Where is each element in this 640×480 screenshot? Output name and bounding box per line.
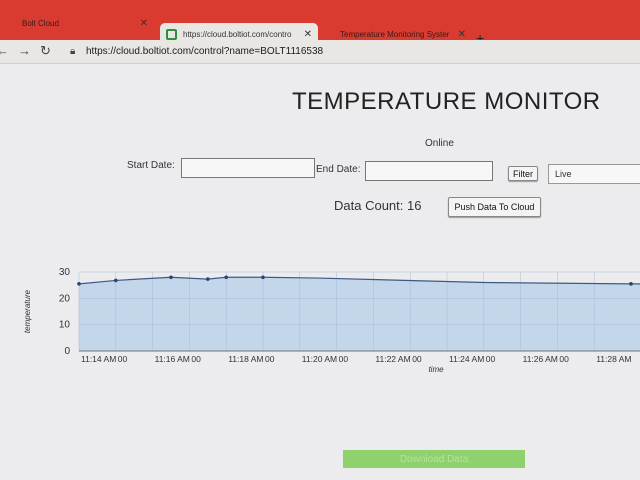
x-tick-label: 11:16 AM <box>155 354 190 364</box>
tab-label: https://cloud.boltiot.com/contro <box>183 30 292 39</box>
data-point <box>261 275 265 280</box>
bolt-favicon-icon <box>166 29 177 40</box>
close-icon[interactable]: ✕ <box>458 29 466 40</box>
data-point <box>77 282 81 286</box>
y-tick-label: 10 <box>59 320 71 331</box>
temperature-area <box>79 277 640 351</box>
data-point <box>169 275 173 280</box>
x-tick-label: 00 <box>265 354 275 364</box>
page-content: TEMPERATURE MONITOR Online Start Date: E… <box>0 64 640 480</box>
filter-button[interactable]: Filter <box>508 166 538 181</box>
start-date-label: Start Date: <box>127 160 175 171</box>
tab-label: Bolt Cloud <box>22 18 59 28</box>
tab-label: Temperature Monitoring Syster <box>340 30 450 39</box>
data-point <box>629 282 633 286</box>
data-point <box>224 275 228 280</box>
page-title: TEMPERATURE MONITOR <box>292 88 601 115</box>
x-tick-label: 00 <box>339 354 349 364</box>
x-axis-title: time <box>428 365 444 374</box>
lock-icon: 🔒︎ <box>70 46 76 57</box>
download-data-button[interactable]: Download Data <box>343 450 525 468</box>
x-tick-label: 11:20 AM <box>302 354 337 364</box>
x-tick-label: 11:26 AM <box>523 354 558 364</box>
back-icon[interactable]: ← <box>0 43 9 58</box>
x-tick-label: 00 <box>118 354 128 364</box>
forward-icon[interactable]: → <box>18 43 31 58</box>
start-date-input[interactable] <box>181 158 315 178</box>
y-tick-label: 20 <box>59 293 71 304</box>
y-tick-label: 0 <box>64 346 70 357</box>
temperature-chart: 010203011:14 AM 00 11:16 AM 00 11:18 AM 00 11:… <box>23 267 640 374</box>
y-axis-title: temperature <box>23 289 32 333</box>
x-tick-label: 11:28 AM <box>596 354 631 364</box>
x-tick-label: 00 <box>486 354 496 364</box>
x-tick-label: 00 <box>412 354 422 364</box>
url-field[interactable]: https://cloud.boltiot.com/control?name=B… <box>86 46 323 57</box>
push-data-button[interactable]: Push Data To Cloud <box>448 197 541 217</box>
end-date-label: End Date: <box>316 164 361 175</box>
close-icon[interactable]: ✕ <box>304 29 312 40</box>
reload-icon[interactable]: ↻ <box>40 43 51 59</box>
close-icon[interactable]: ✕ <box>140 18 148 29</box>
address-bar: ← → ↻ 🔒︎ https://cloud.boltiot.com/contr… <box>0 40 640 64</box>
x-tick-label: 00 <box>559 354 569 364</box>
data-point <box>114 278 118 283</box>
x-tick-label: 11:22 AM <box>375 354 410 364</box>
tab-strip: Bolt Cloud ✕ https://cloud.boltiot.com/c… <box>0 0 640 46</box>
data-count: Data Count: 16 <box>334 198 422 213</box>
x-tick-label: 11:18 AM <box>228 354 263 364</box>
end-date-input[interactable] <box>365 161 493 181</box>
x-tick-label: 00 <box>191 354 201 364</box>
x-tick-label: 11:14 AM <box>81 354 116 364</box>
tab-bolt-cloud[interactable]: Bolt Cloud ✕ <box>4 12 154 34</box>
y-tick-label: 30 <box>59 267 71 278</box>
range-select[interactable]: Live <box>548 164 640 184</box>
x-tick-label: 11:24 AM <box>449 354 484 364</box>
data-point <box>206 277 210 281</box>
device-status: Online <box>425 138 454 149</box>
